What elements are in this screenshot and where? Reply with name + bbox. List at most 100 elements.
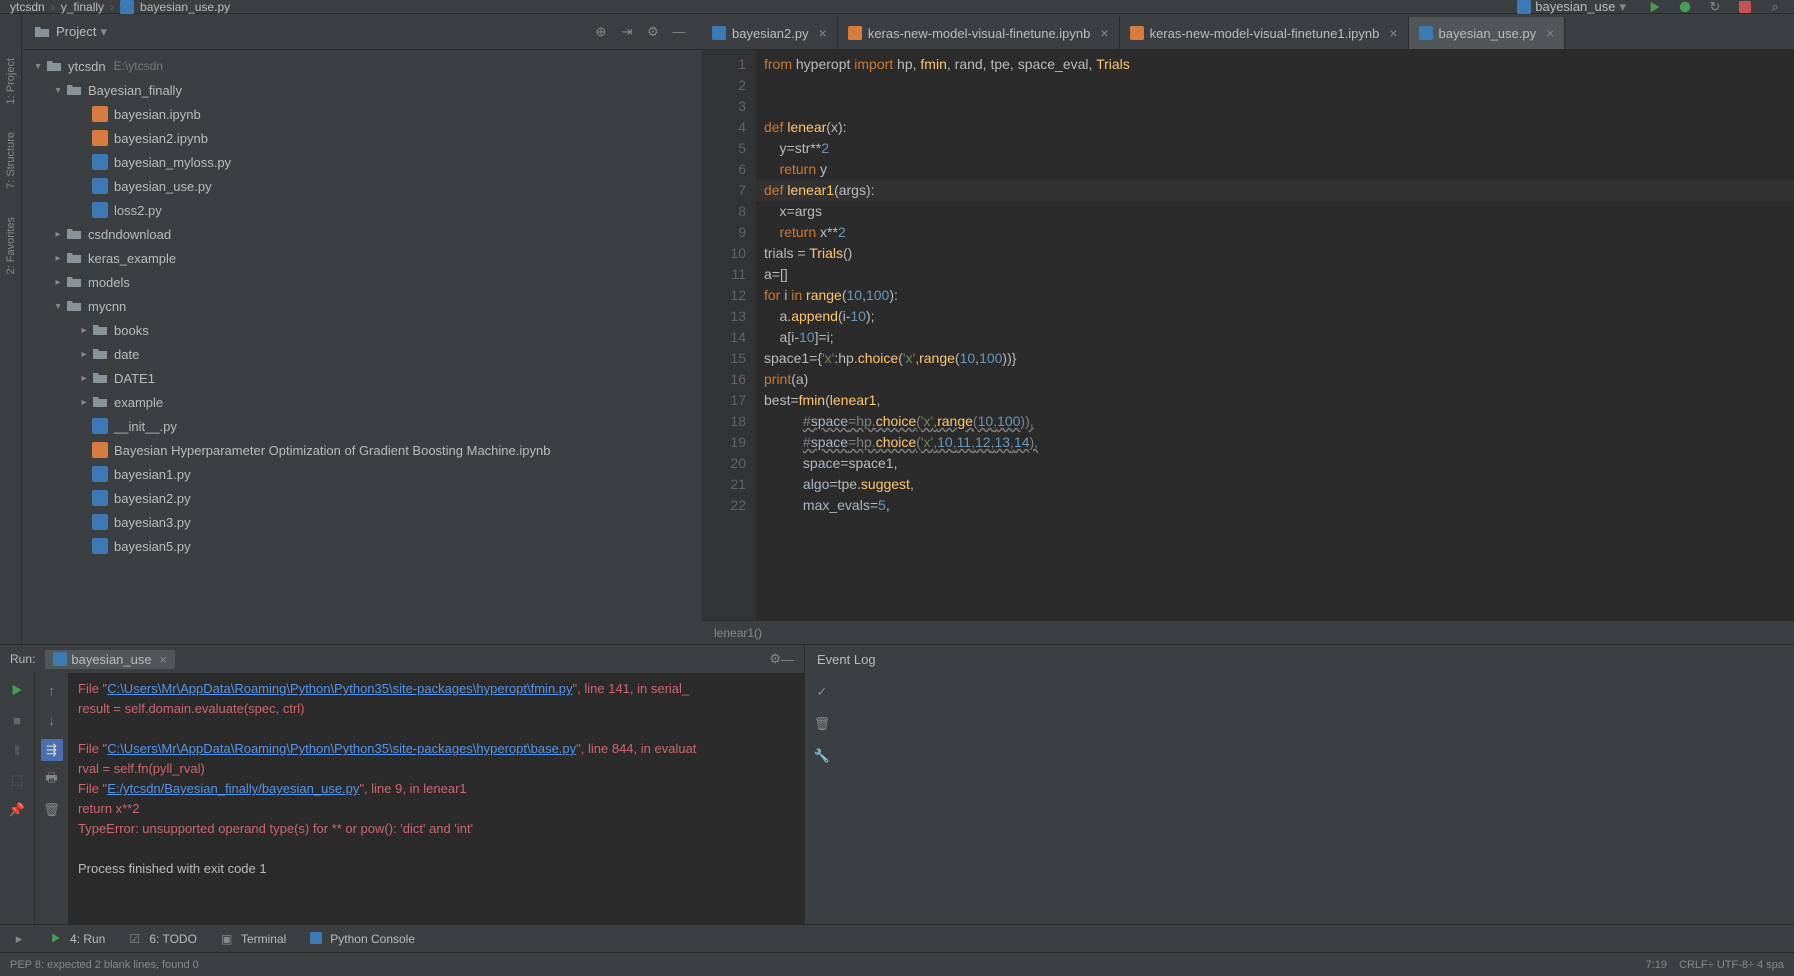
code-line[interactable]: max_evals=5,: [756, 495, 1794, 516]
code-line[interactable]: a.append(i-10);: [756, 306, 1794, 327]
code-line[interactable]: print(a): [756, 369, 1794, 390]
console-line[interactable]: [78, 839, 794, 859]
down-icon[interactable]: ↓: [41, 709, 63, 731]
bottom-tab[interactable]: ▣Terminal: [211, 929, 296, 949]
project-tree[interactable]: ▾ ytcsdn E:\ytcsdn ▾Bayesian_finallybaye…: [22, 50, 702, 644]
code-line[interactable]: trials = Trials(): [756, 243, 1794, 264]
bottom-tab[interactable]: Python Console: [300, 929, 425, 949]
bottom-tab[interactable]: 4: Run: [40, 929, 115, 949]
run-hide-icon[interactable]: —: [781, 652, 794, 667]
exit-icon[interactable]: ⬚: [6, 769, 28, 791]
code-line[interactable]: return x**2: [756, 222, 1794, 243]
tree-item[interactable]: ▸DATE1: [22, 366, 702, 390]
code-line[interactable]: #space=hp.choice('x',range(10,100)),: [756, 411, 1794, 432]
console-line[interactable]: File "E:/ytcsdn/Bayesian_finally/bayesia…: [78, 779, 794, 799]
code-line[interactable]: a=[]: [756, 264, 1794, 285]
pause-icon[interactable]: ‖: [6, 739, 28, 761]
status-enc[interactable]: CRLF÷ UTF-8÷ 4 spa: [1679, 959, 1784, 971]
tree-item[interactable]: ▸date: [22, 342, 702, 366]
traceback-link[interactable]: C:\Users\Mr\AppData\Roaming\Python\Pytho…: [107, 741, 576, 756]
code-body[interactable]: from hyperopt import hp, fmin, rand, tpe…: [756, 50, 1794, 620]
close-icon[interactable]: ×: [819, 25, 827, 41]
editor-tab[interactable]: bayesian2.py×: [702, 17, 838, 49]
project-title[interactable]: Project: [56, 24, 96, 39]
breadcrumb-file[interactable]: bayesian_use.py: [140, 0, 230, 14]
tree-item[interactable]: bayesian2.ipynb: [22, 126, 702, 150]
hide-icon[interactable]: —: [668, 21, 690, 43]
tree-item[interactable]: loss2.py: [22, 198, 702, 222]
code-line[interactable]: algo=tpe.suggest,: [756, 474, 1794, 495]
traceback-link[interactable]: E:/ytcsdn/Bayesian_finally/bayesian_use.…: [107, 781, 359, 796]
status-pos[interactable]: 7:19: [1646, 959, 1667, 971]
console-line[interactable]: Process finished with exit code 1: [78, 859, 794, 879]
tree-item[interactable]: bayesian3.py: [22, 510, 702, 534]
tree-item[interactable]: ▸models: [22, 270, 702, 294]
collapse-icon[interactable]: ⇥: [616, 21, 638, 43]
gear-icon[interactable]: ⚙: [642, 21, 664, 43]
console-line[interactable]: TypeError: unsupported operand type(s) f…: [78, 819, 794, 839]
tree-item[interactable]: ▸csdndownload: [22, 222, 702, 246]
tree-item[interactable]: bayesian_use.py: [22, 174, 702, 198]
editor-tab[interactable]: keras-new-model-visual-finetune1.ipynb×: [1120, 17, 1409, 49]
console-line[interactable]: return x**2: [78, 799, 794, 819]
tree-item[interactable]: Bayesian Hyperparameter Optimization of …: [22, 438, 702, 462]
code-line[interactable]: best=fmin(lenear1,: [756, 390, 1794, 411]
delete-icon[interactable]: 🗑: [41, 799, 63, 821]
editor-tab[interactable]: bayesian_use.py×: [1409, 17, 1566, 49]
run-tab[interactable]: bayesian_use ×: [45, 650, 175, 669]
tree-item[interactable]: ▾mycnn: [22, 294, 702, 318]
console-output[interactable]: File "C:\Users\Mr\AppData\Roaming\Python…: [68, 673, 804, 924]
console-line[interactable]: File "C:\Users\Mr\AppData\Roaming\Python…: [78, 679, 794, 699]
tree-item[interactable]: bayesian_myloss.py: [22, 150, 702, 174]
menu-icon[interactable]: ▸: [8, 928, 30, 950]
code-line[interactable]: space=space1,: [756, 453, 1794, 474]
tree-item[interactable]: bayesian5.py: [22, 534, 702, 558]
up-icon[interactable]: ↑: [41, 679, 63, 701]
code-line[interactable]: def lenear(x):: [756, 117, 1794, 138]
editor-tab[interactable]: keras-new-model-visual-finetune.ipynb×: [838, 17, 1120, 49]
code-line[interactable]: [756, 96, 1794, 117]
code-line[interactable]: def lenear1(args):: [756, 180, 1794, 201]
code-line[interactable]: a[i-10]=i;: [756, 327, 1794, 348]
check-icon[interactable]: ✓: [811, 681, 833, 703]
tree-root[interactable]: ▾ ytcsdn E:\ytcsdn: [22, 54, 702, 78]
gutter-structure-tab[interactable]: 7: Structure: [3, 128, 19, 193]
traceback-link[interactable]: C:\Users\Mr\AppData\Roaming\Python\Pytho…: [107, 681, 572, 696]
console-line[interactable]: [78, 719, 794, 739]
close-icon[interactable]: ×: [1100, 25, 1108, 41]
code-line[interactable]: return y: [756, 159, 1794, 180]
bottom-tab[interactable]: ☑6: TODO: [119, 929, 207, 949]
console-line[interactable]: rval = self.fn(pyll_rval): [78, 759, 794, 779]
tree-item[interactable]: ▸example: [22, 390, 702, 414]
rerun-icon[interactable]: [6, 679, 28, 701]
console-line[interactable]: File "C:\Users\Mr\AppData\Roaming\Python…: [78, 739, 794, 759]
tree-item[interactable]: bayesian1.py: [22, 462, 702, 486]
code-line[interactable]: from hyperopt import hp, fmin, rand, tpe…: [756, 54, 1794, 75]
pin-icon[interactable]: 📌: [6, 799, 28, 821]
gutter-favorites-tab[interactable]: 2: Favorites: [3, 213, 19, 278]
code-line[interactable]: space1={'x':hp.choice('x',range(10,100))…: [756, 348, 1794, 369]
tree-item[interactable]: ▸keras_example: [22, 246, 702, 270]
editor-content[interactable]: 12345678910111213141516171819202122 from…: [702, 50, 1794, 620]
tree-item[interactable]: ▾Bayesian_finally: [22, 78, 702, 102]
trash-icon[interactable]: 🗑: [811, 713, 833, 735]
close-icon[interactable]: ×: [1546, 25, 1554, 41]
code-line[interactable]: [756, 75, 1794, 96]
stop-run-icon[interactable]: ■: [6, 709, 28, 731]
breadcrumb-folder[interactable]: y_finally: [61, 0, 104, 14]
print-icon[interactable]: 🖶: [41, 769, 63, 791]
code-line[interactable]: x=args: [756, 201, 1794, 222]
close-icon[interactable]: ×: [1389, 25, 1397, 41]
tree-item[interactable]: bayesian.ipynb: [22, 102, 702, 126]
code-line[interactable]: for i in range(10,100):: [756, 285, 1794, 306]
code-line[interactable]: y=str**2: [756, 138, 1794, 159]
tree-item[interactable]: ▸books: [22, 318, 702, 342]
tree-item[interactable]: bayesian2.py: [22, 486, 702, 510]
gutter-project-tab[interactable]: 1: Project: [3, 54, 19, 108]
wrench-icon[interactable]: 🔧: [811, 745, 833, 767]
run-gear-icon[interactable]: ⚙: [769, 651, 781, 667]
code-line[interactable]: #space=hp.choice('x',10,11,12,13,14),: [756, 432, 1794, 453]
breadcrumb-proj[interactable]: ytcsdn: [10, 0, 45, 14]
tree-item[interactable]: __init__.py: [22, 414, 702, 438]
chevron-down-icon[interactable]: ▾: [100, 24, 107, 40]
